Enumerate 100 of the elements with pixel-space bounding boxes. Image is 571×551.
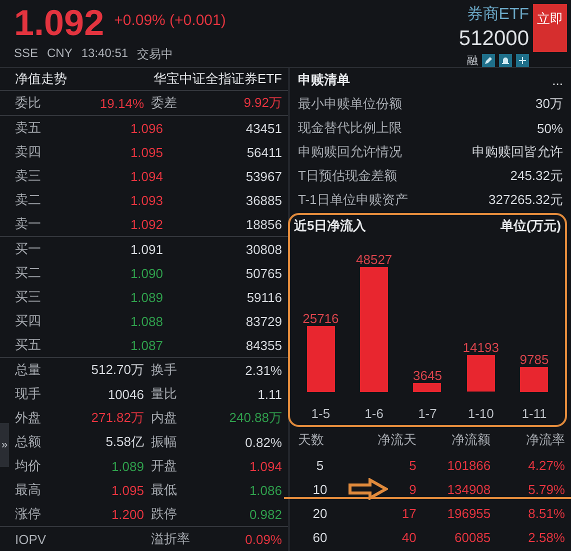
field-label: 量比 — [150, 385, 177, 403]
field-value: 1.095 — [111, 482, 144, 498]
column-header: 净流额 — [452, 431, 491, 449]
column-header: 净流率 — [526, 431, 565, 449]
quote-volume: 43451 — [246, 120, 282, 136]
exchange-label: SSE — [14, 46, 38, 62]
field-value: 512.70万 — [91, 361, 144, 379]
last-price: 1.092 — [14, 2, 104, 44]
field-value: 1.086 — [249, 482, 282, 498]
field-label: 最小申赎单位份额 — [298, 95, 402, 113]
edit-icon[interactable] — [482, 54, 495, 67]
field-label: 委差 — [150, 94, 177, 112]
panel-title: 净值走势 — [15, 70, 67, 88]
level-label: 买二 — [15, 264, 41, 282]
table-cell: 2.58% — [528, 530, 565, 544]
bar — [520, 366, 548, 392]
quote-volume: 18856 — [246, 216, 282, 232]
level-label: 卖四 — [15, 143, 41, 161]
action-button[interactable]: 立即 — [533, 4, 567, 52]
table-cell: 20 — [312, 506, 328, 520]
level-label: 卖五 — [15, 119, 41, 137]
level-label: 卖三 — [15, 167, 41, 185]
table-cell: 60 — [312, 530, 328, 544]
quote-price: 1.087 — [130, 338, 163, 352]
table-cell: 5 — [409, 458, 416, 472]
field-label: 外盘 — [15, 409, 41, 427]
level-label: 买四 — [15, 312, 41, 330]
field-value: 5.58亿 — [106, 433, 144, 451]
quote-volume: 56411 — [246, 144, 282, 160]
quote-volume: 36885 — [246, 192, 282, 208]
quote-price: 1.095 — [130, 144, 163, 160]
field-label: T日预估现金差额 — [298, 167, 397, 185]
axis-label: 1-5 — [311, 406, 330, 421]
field-label: 最高 — [15, 481, 41, 499]
field-value: 0.09% — [245, 532, 282, 546]
field-label: IOPV — [15, 532, 46, 546]
table-cell: 134908 — [447, 482, 491, 496]
axis-label: 1-10 — [468, 406, 494, 421]
field-label: 溢折率 — [150, 530, 190, 548]
field-value: 1.094 — [249, 458, 282, 474]
quote-time: 13:40:51 — [81, 46, 128, 62]
axis-label: 1-6 — [364, 406, 384, 421]
table-cell: 10 — [312, 482, 328, 496]
level-label: 买一 — [15, 240, 41, 258]
bar — [466, 355, 495, 392]
table-cell: 17 — [402, 506, 416, 520]
table-cell: 5 — [316, 458, 324, 472]
bar — [413, 382, 442, 392]
field-value: 327265.32元 — [488, 191, 563, 209]
add-icon[interactable] — [516, 54, 529, 67]
field-value: 1.11 — [258, 386, 282, 402]
table-cell: 196955 — [447, 506, 491, 520]
field-label: 振幅 — [150, 433, 177, 451]
field-label: 总额 — [15, 433, 41, 451]
field-label: 内盘 — [150, 409, 177, 427]
table-cell: 60085 — [454, 530, 491, 544]
field-value: 240.88万 — [229, 409, 282, 427]
column-header: 净流天 — [377, 431, 416, 449]
field-value: 1.200 — [111, 506, 144, 522]
axis-label: 1-11 — [522, 406, 547, 421]
field-value: 271.82万 — [91, 409, 144, 427]
bar-value: 9785 — [520, 352, 549, 367]
table-cell: 8.51% — [528, 506, 565, 520]
field-label: 现金替代比例上限 — [298, 119, 402, 137]
field-label: 开盘 — [150, 457, 177, 475]
quote-volume: 84355 — [246, 338, 282, 352]
chart-title: 近5日净流入 — [294, 217, 366, 235]
field-label: 换手 — [150, 361, 177, 379]
bar-value: 3645 — [413, 368, 442, 383]
level-label: 卖一 — [15, 215, 41, 233]
axis-label: 1-7 — [418, 406, 437, 421]
field-value: 245.32元 — [510, 167, 563, 185]
level-label: 买五 — [15, 336, 41, 354]
quote-price: 1.093 — [130, 192, 163, 208]
column-header: 天数 — [298, 431, 324, 449]
quote-volume: 30808 — [246, 242, 282, 256]
field-label: 均价 — [15, 457, 41, 475]
field-value: 0.82% — [245, 434, 282, 450]
quote-volume: 59116 — [246, 290, 282, 304]
chart-unit: 单位(万元) — [500, 217, 561, 235]
field-label: 委比 — [15, 94, 41, 112]
field-value: 19.14% — [100, 96, 144, 110]
quote-price: 1.092 — [130, 216, 163, 232]
field-label: 最低 — [150, 481, 177, 499]
table-cell: 4.27% — [528, 458, 565, 472]
quote-price: 1.096 — [130, 120, 163, 136]
quote-price: 1.094 — [130, 168, 163, 184]
price-change: +0.09% (+0.001) — [114, 12, 226, 28]
field-label: T-1日单位申赎资产 — [298, 191, 408, 209]
fund-full-name: 华宝中证全指证券ETF — [153, 70, 282, 88]
field-value: 0.982 — [249, 506, 282, 522]
more-button[interactable]: ... — [552, 72, 563, 88]
annotation-arrow — [348, 478, 388, 500]
side-toggle[interactable]: » — [0, 423, 9, 467]
field-value: 50% — [536, 120, 563, 136]
panel-title: 申赎清单 — [298, 71, 350, 89]
bar-value: 25716 — [302, 310, 339, 326]
bell-icon[interactable] — [499, 54, 512, 67]
table-cell: 101866 — [447, 458, 491, 472]
fund-code: 512000 — [458, 27, 529, 51]
